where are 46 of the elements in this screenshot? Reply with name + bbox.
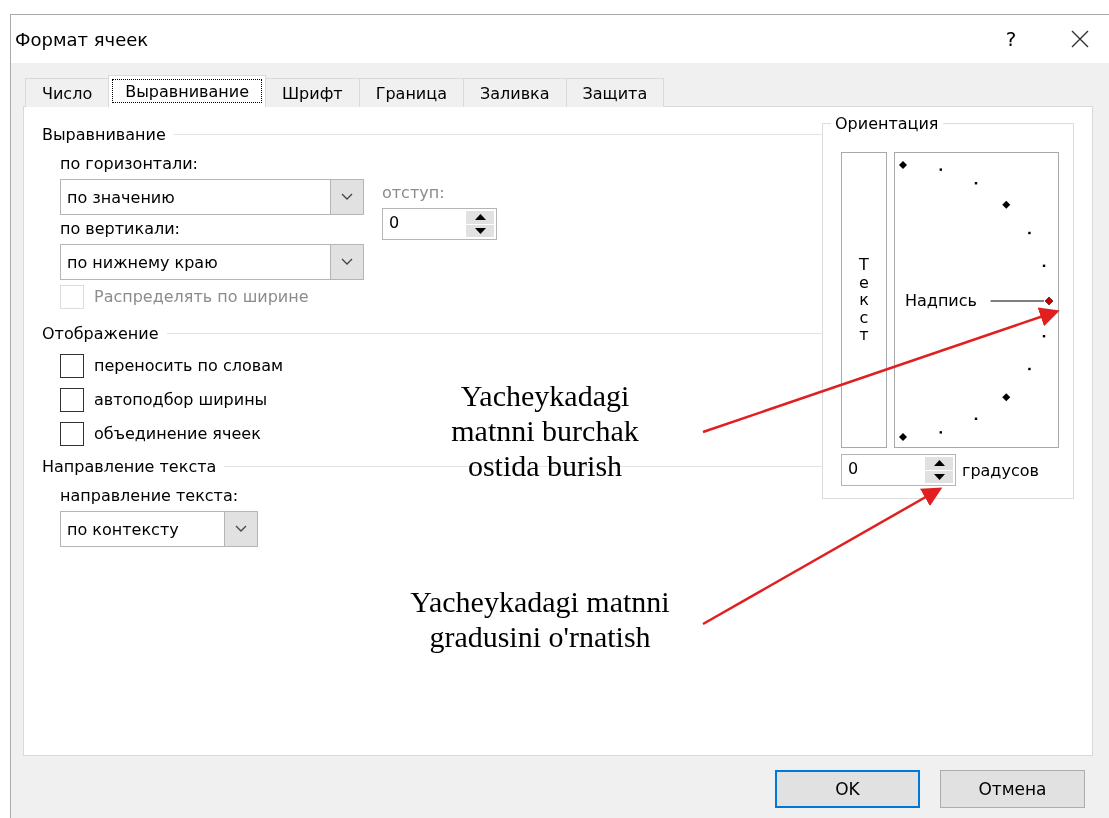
dialog-button[interactable]: Отмена [940,770,1085,808]
checkbox[interactable] [60,388,84,412]
dropdown[interactable]: по контексту [60,511,258,547]
tab[interactable]: Защита [565,78,665,107]
group-title: Отображение [42,324,159,343]
field-label: направление текста: [60,486,240,506]
spin-up-button[interactable] [925,457,953,470]
up-arrow-icon [933,460,945,467]
close-icon[interactable] [1071,30,1089,48]
checkbox-label: переносить по словам [94,355,284,376]
up-arrow-icon [474,214,486,221]
field-label: градусов [962,460,1039,480]
down-arrow-icon [474,227,486,234]
field-label: отступ: [382,183,446,203]
dialog-button[interactable]: OK [775,770,920,808]
spin-down-button[interactable] [925,470,953,483]
checkbox[interactable] [60,354,84,378]
group-title: Выравнивание [42,125,166,144]
checkbox-label: объединение ячеек [94,423,261,444]
checkbox-label: Распределять по ширине [94,286,309,307]
tab[interactable]: Выравнивание [108,75,266,107]
number-field[interactable]: 0 [841,454,956,486]
annotation-text: Yacheykadagi matnni burchak ostida burish [450,378,640,483]
down-arrow-icon [933,473,945,480]
field-label: по вертикали: [60,219,181,239]
dial-label: Надпись [905,291,977,310]
tab[interactable]: Граница [358,78,464,107]
group-title: Ориентация [831,114,943,133]
checkbox[interactable] [60,422,84,446]
chevron-icon [235,525,247,533]
vertical-text-option[interactable]: Текст [841,152,887,448]
window-title: Формат ячеек [15,28,150,50]
help-button[interactable]: ? [991,27,1031,51]
field-label: по горизонтали: [60,154,199,174]
group-title: Направление текста [42,457,217,476]
dropdown[interactable]: по нижнему краю [60,244,364,280]
checkbox-label: автоподбор ширины [94,389,268,410]
spin-down-button[interactable] [466,224,494,237]
tab[interactable]: Шрифт [265,78,360,107]
tab[interactable]: Число [25,78,110,107]
chevron-icon [341,258,353,266]
annotation-text: Yacheykadagi matnni gradusini o'rnatish [409,584,671,654]
spin-up-button[interactable] [466,211,494,224]
dropdown[interactable]: по значению [60,179,364,215]
tab[interactable]: Заливка [462,78,567,107]
chevron-icon [341,193,353,201]
